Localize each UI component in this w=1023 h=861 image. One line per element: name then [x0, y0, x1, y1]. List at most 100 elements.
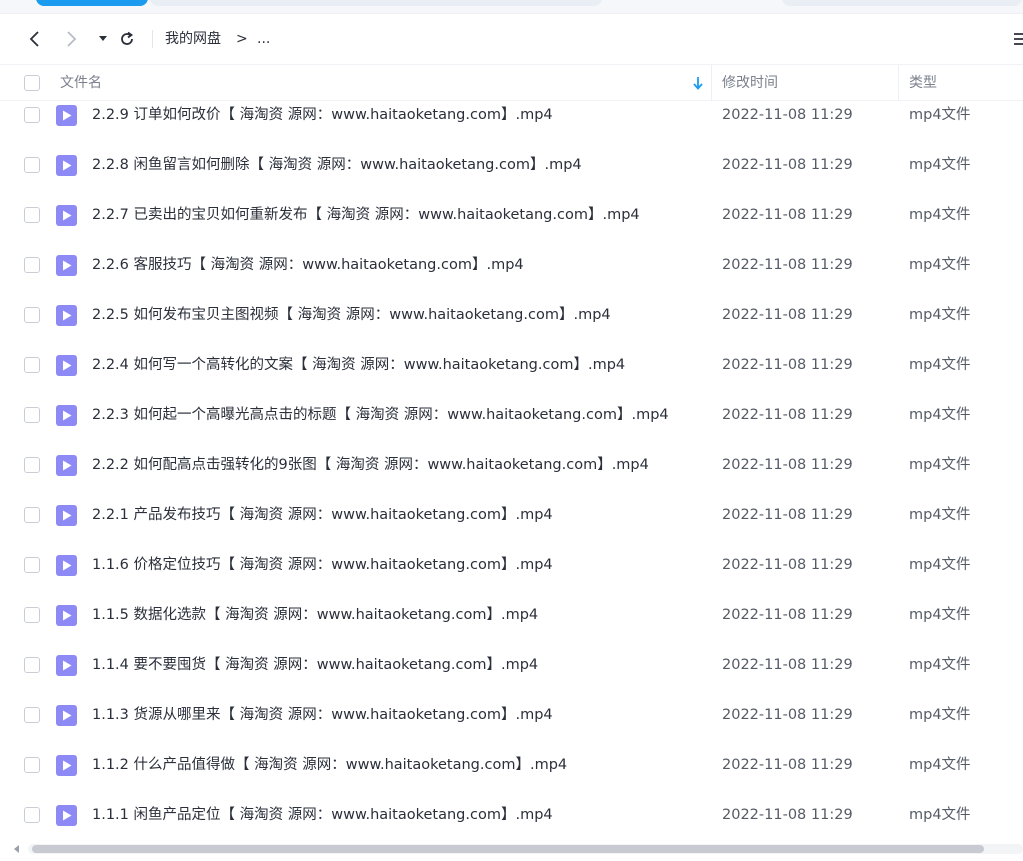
file-name[interactable]: 2.2.2 如何配高点击强转化的9张图【 海淘资 源网：www.haitaoke…	[92, 455, 649, 475]
file-row[interactable]: 1.1.1 闲鱼产品定位【 海淘资 源网：www.haitaoketang.co…	[0, 803, 1023, 839]
column-header-name[interactable]: 文件名	[60, 74, 102, 92]
video-file-icon	[56, 205, 77, 226]
chevron-right-icon[interactable]	[60, 28, 82, 50]
file-type: mp4文件	[909, 757, 971, 773]
video-file-icon	[56, 505, 77, 526]
column-header-type[interactable]: 类型	[909, 74, 937, 92]
file-name[interactable]: 1.1.4 要不要囤货【 海淘资 源网：www.haitaoketang.com…	[92, 655, 538, 675]
select-all-checkbox[interactable]	[24, 75, 40, 91]
file-type: mp4文件	[909, 257, 971, 273]
file-row[interactable]: 2.2.5 如何发布宝贝主图视频【 海淘资 源网：www.haitaoketan…	[0, 303, 1023, 353]
file-modified-time: 2022-11-08 11:29	[722, 357, 853, 373]
file-row[interactable]: 2.2.7 已卖出的宝贝如何重新发布【 海淘资 源网：www.haitaoket…	[0, 203, 1023, 253]
breadcrumb-more[interactable]: ...	[257, 29, 270, 49]
file-modified-time: 2022-11-08 11:29	[722, 507, 853, 523]
column-header-modified[interactable]: 修改时间	[722, 74, 778, 92]
file-type: mp4文件	[909, 607, 971, 623]
top-search-bar[interactable]	[150, 0, 602, 6]
file-row[interactable]: 2.2.6 客服技巧【 海淘资 源网：www.haitaoketang.com】…	[0, 253, 1023, 303]
video-file-icon	[56, 755, 77, 776]
scrollbar-thumb[interactable]	[32, 845, 984, 853]
file-name[interactable]: 2.2.1 产品发布技巧【 海淘资 源网：www.haitaoketang.co…	[92, 505, 553, 525]
video-file-icon	[56, 805, 77, 826]
file-name[interactable]: 2.2.8 闲鱼留言如何删除【 海淘资 源网：www.haitaoketang.…	[92, 155, 582, 175]
row-checkbox[interactable]	[24, 657, 40, 673]
file-name[interactable]: 1.1.1 闲鱼产品定位【 海淘资 源网：www.haitaoketang.co…	[92, 805, 553, 825]
row-checkbox[interactable]	[24, 407, 40, 423]
file-type: mp4文件	[909, 407, 971, 423]
file-type: mp4文件	[909, 307, 971, 323]
row-checkbox[interactable]	[24, 557, 40, 573]
caret-down-icon[interactable]	[92, 28, 114, 50]
file-type: mp4文件	[909, 357, 971, 373]
file-row[interactable]: 2.2.1 产品发布技巧【 海淘资 源网：www.haitaoketang.co…	[0, 503, 1023, 553]
file-row[interactable]: 2.2.2 如何配高点击强转化的9张图【 海淘资 源网：www.haitaoke…	[0, 453, 1023, 503]
row-checkbox[interactable]	[24, 807, 40, 823]
file-modified-time: 2022-11-08 11:29	[722, 207, 853, 223]
refresh-icon[interactable]	[116, 28, 138, 50]
video-file-icon	[56, 405, 77, 426]
file-modified-time: 2022-11-08 11:29	[722, 407, 853, 423]
top-bar-pill[interactable]	[782, 0, 1022, 6]
row-checkbox[interactable]	[24, 207, 40, 223]
row-checkbox[interactable]	[24, 507, 40, 523]
row-checkbox[interactable]	[24, 707, 40, 723]
file-name[interactable]: 2.2.3 如何起一个高曝光高点击的标题【 海淘资 源网：www.haitaok…	[92, 405, 669, 425]
file-name[interactable]: 2.2.6 客服技巧【 海淘资 源网：www.haitaoketang.com】…	[92, 255, 524, 275]
file-name[interactable]: 2.2.7 已卖出的宝贝如何重新发布【 海淘资 源网：www.haitaoket…	[92, 205, 640, 225]
file-list: 2.2.9 订单如何改价【 海淘资 源网：www.haitaoketang.co…	[0, 101, 1023, 839]
row-checkbox[interactable]	[24, 757, 40, 773]
video-file-icon	[56, 355, 77, 376]
file-type: mp4文件	[909, 157, 971, 173]
file-name[interactable]: 2.2.4 如何写一个高转化的文案【 海淘资 源网：www.haitaoketa…	[92, 355, 625, 375]
file-modified-time: 2022-11-08 11:29	[722, 107, 853, 123]
video-file-icon	[56, 255, 77, 276]
video-file-icon	[56, 555, 77, 576]
file-name[interactable]: 1.1.2 什么产品值得做【 海淘资 源网：www.haitaoketang.c…	[92, 755, 567, 775]
row-checkbox[interactable]	[24, 157, 40, 173]
file-row[interactable]: 2.2.4 如何写一个高转化的文案【 海淘资 源网：www.haitaoketa…	[0, 353, 1023, 403]
file-modified-time: 2022-11-08 11:29	[722, 307, 853, 323]
column-divider[interactable]	[711, 65, 712, 101]
file-name[interactable]: 1.1.5 数据化选款【 海淘资 源网：www.haitaoketang.com…	[92, 605, 538, 625]
file-type: mp4文件	[909, 657, 971, 673]
file-row[interactable]: 1.1.6 价格定位技巧【 海淘资 源网：www.haitaoketang.co…	[0, 553, 1023, 603]
column-divider[interactable]	[898, 65, 899, 101]
row-checkbox[interactable]	[24, 607, 40, 623]
row-checkbox[interactable]	[24, 457, 40, 473]
menu-icon[interactable]	[1012, 30, 1023, 48]
row-checkbox[interactable]	[24, 357, 40, 373]
video-file-icon	[56, 655, 77, 676]
file-modified-time: 2022-11-08 11:29	[722, 257, 853, 273]
file-name[interactable]: 1.1.3 货源从哪里来【 海淘资 源网：www.haitaoketang.co…	[92, 705, 553, 725]
file-list-header: 文件名 修改时间 类型	[0, 64, 1023, 101]
sort-arrow-down-icon[interactable]	[691, 75, 705, 91]
file-modified-time: 2022-11-08 11:29	[722, 707, 853, 723]
chevron-left-icon[interactable]	[24, 28, 46, 50]
file-type: mp4文件	[909, 457, 971, 473]
row-checkbox[interactable]	[24, 107, 40, 123]
upload-button[interactable]	[36, 0, 148, 6]
file-type: mp4文件	[909, 507, 971, 523]
top-strip	[0, 0, 1023, 14]
scroll-left-arrow-icon[interactable]	[14, 845, 19, 853]
file-name[interactable]: 2.2.9 订单如何改价【 海淘资 源网：www.haitaoketang.co…	[92, 105, 553, 125]
file-row[interactable]: 2.2.3 如何起一个高曝光高点击的标题【 海淘资 源网：www.haitaok…	[0, 403, 1023, 453]
row-checkbox[interactable]	[24, 307, 40, 323]
file-type: mp4文件	[909, 207, 971, 223]
file-modified-time: 2022-11-08 11:29	[722, 157, 853, 173]
file-row[interactable]: 1.1.2 什么产品值得做【 海淘资 源网：www.haitaoketang.c…	[0, 753, 1023, 803]
horizontal-scrollbar[interactable]	[0, 839, 1023, 861]
file-name[interactable]: 2.2.5 如何发布宝贝主图视频【 海淘资 源网：www.haitaoketan…	[92, 305, 611, 325]
file-modified-time: 2022-11-08 11:29	[722, 757, 853, 773]
breadcrumb-root[interactable]: 我的网盘	[165, 29, 221, 49]
file-name[interactable]: 1.1.6 价格定位技巧【 海淘资 源网：www.haitaoketang.co…	[92, 555, 553, 575]
file-modified-time: 2022-11-08 11:29	[722, 807, 853, 823]
file-row[interactable]: 1.1.3 货源从哪里来【 海淘资 源网：www.haitaoketang.co…	[0, 703, 1023, 753]
file-row[interactable]: 1.1.4 要不要囤货【 海淘资 源网：www.haitaoketang.com…	[0, 653, 1023, 703]
row-checkbox[interactable]	[24, 257, 40, 273]
file-row[interactable]: 2.2.9 订单如何改价【 海淘资 源网：www.haitaoketang.co…	[0, 103, 1023, 153]
file-row[interactable]: 2.2.8 闲鱼留言如何删除【 海淘资 源网：www.haitaoketang.…	[0, 153, 1023, 203]
file-row[interactable]: 1.1.5 数据化选款【 海淘资 源网：www.haitaoketang.com…	[0, 603, 1023, 653]
video-file-icon	[56, 155, 77, 176]
